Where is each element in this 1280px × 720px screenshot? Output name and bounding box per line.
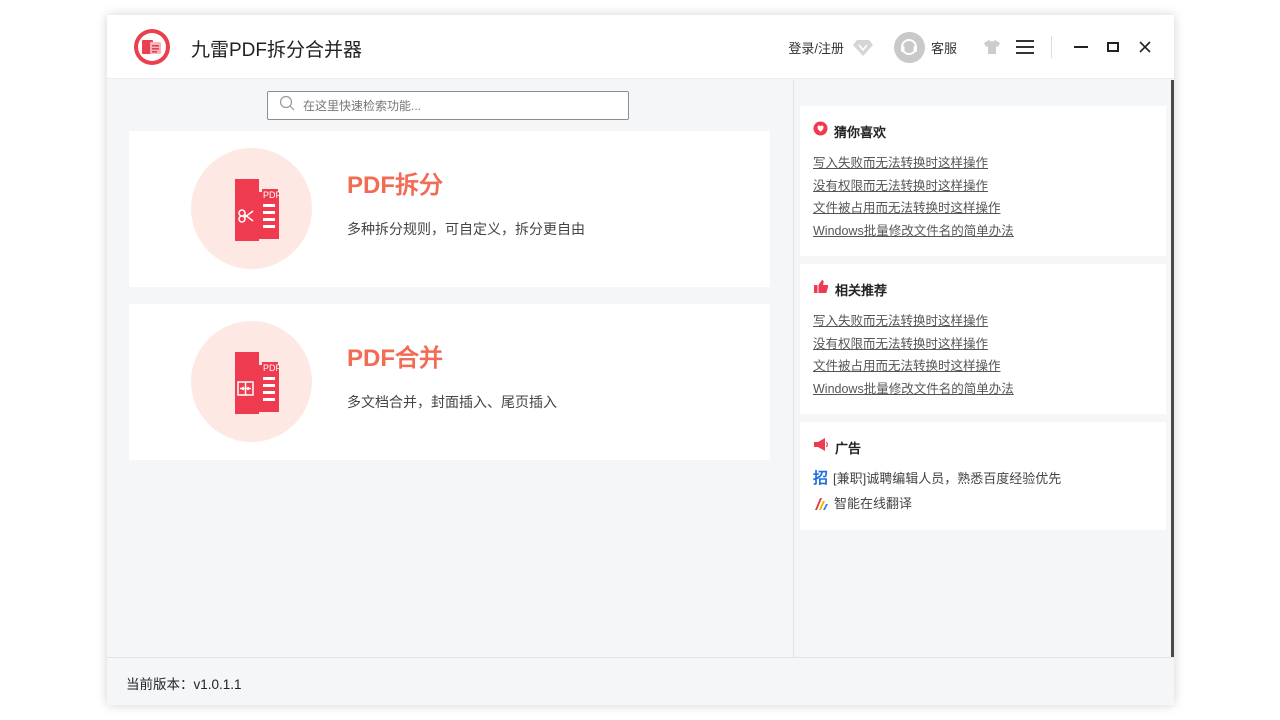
ad-item-recruit-text: [兼职]诚聘编辑人员，熟悉百度经验优先 [833,471,1062,486]
ad-item-translate[interactable]: 智能在线翻译 [813,491,1061,516]
avatar-icon[interactable] [893,31,925,63]
recommend-link-3[interactable]: 文件被占用而无法转换时这样操作 [813,355,1014,378]
megaphone-icon [813,437,829,457]
menu-icon[interactable] [1015,37,1035,57]
pdf-badge-text: PDF [263,363,282,373]
login-register-link[interactable]: 登录/注册 [788,38,844,57]
skin-shirt-icon[interactable] [983,38,1001,56]
pdf-merge-desc: 多文档合并，封面插入、尾页插入 [347,394,557,410]
recruit-icon: 招 [813,470,829,487]
ad-title: 广告 [835,440,862,456]
pdf-merge-card[interactable]: PDF PDF合并 多文档合并，封面插入、尾页插入 [129,304,770,460]
app-logo-icon [134,29,170,65]
pdf-split-desc: 多种拆分规则，可自定义，拆分更自由 [347,221,585,237]
guess-you-like-section: 猜你喜欢 写入失败而无法转换时这样操作 没有权限而无法转换时这样操作 文件被占用… [800,106,1166,256]
pdf-merge-icon: PDF [191,321,312,442]
minimize-icon[interactable] [1072,38,1090,56]
customer-service-link[interactable]: 客服 [931,38,957,57]
recommend-link-2[interactable]: 没有权限而无法转换时这样操作 [813,333,1014,356]
close-icon[interactable] [1136,38,1154,56]
status-bar: 当前版本：v1.0.1.1 [107,657,1174,705]
search-icon [279,95,295,116]
ad-section: 广告 招 [兼职]诚聘编辑人员，熟悉百度经验优先 智能在线翻译 [800,422,1166,530]
title-bar-controls: 登录/注册 客服 [788,15,1174,79]
translate-logo-icon [813,496,829,512]
guess-link-3[interactable]: 文件被占用而无法转换时这样操作 [813,197,1014,220]
thumbs-up-icon [813,279,829,299]
pdf-merge-title: PDF合并 [347,345,443,372]
guess-link-1[interactable]: 写入失败而无法转换时这样操作 [813,152,1014,175]
app-window: 九雷PDF拆分合并器 登录/注册 客服 在这里快速检索功能... PDF PDF… [107,15,1174,705]
app-title: 九雷PDF拆分合并器 [191,40,363,61]
vip-diamond-icon[interactable] [852,36,874,58]
ad-item-recruit[interactable]: 招 [兼职]诚聘编辑人员，熟悉百度经验优先 [813,466,1061,491]
related-recommend-section: 相关推荐 写入失败而无法转换时这样操作 没有权限而无法转换时这样操作 文件被占用… [800,264,1166,414]
title-bar: 九雷PDF拆分合并器 登录/注册 客服 [107,15,1174,79]
pdf-split-card[interactable]: PDF PDF拆分 多种拆分规则，可自定义，拆分更自由 [129,131,770,287]
sidebar-scrollbar[interactable] [1171,80,1174,657]
related-recommend-title: 相关推荐 [835,282,888,298]
guess-link-4[interactable]: Windows批量修改文件名的简单办法 [813,220,1014,243]
heart-icon [813,121,828,141]
guess-link-2[interactable]: 没有权限而无法转换时这样操作 [813,175,1014,198]
search-input[interactable] [303,98,603,113]
maximize-icon[interactable] [1104,38,1122,56]
recommend-link-4[interactable]: Windows批量修改文件名的简单办法 [813,378,1014,401]
pdf-split-title: PDF拆分 [347,172,443,199]
toolbar-divider [1051,36,1052,58]
right-sidebar: 猜你喜欢 写入失败而无法转换时这样操作 没有权限而无法转换时这样操作 文件被占用… [793,80,1171,657]
recommend-link-1[interactable]: 写入失败而无法转换时这样操作 [813,310,1014,333]
pdf-split-icon: PDF [191,148,312,269]
main-panel: PDF PDF拆分 多种拆分规则，可自定义，拆分更自由 [107,80,792,657]
version-label: 当前版本：v1.0.1.1 [126,677,242,692]
search-box[interactable] [267,91,629,120]
ad-item-translate-text: 智能在线翻译 [834,496,913,511]
pdf-badge-text: PDF [263,190,282,200]
guess-you-like-title: 猜你喜欢 [834,124,887,140]
